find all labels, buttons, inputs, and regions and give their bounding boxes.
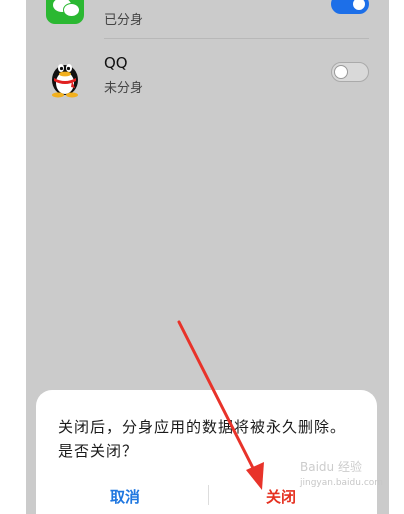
dialog-message: 关闭后，分身应用的数据将被永久删除。是否关闭？	[58, 418, 347, 460]
watermark-url: jingyan.baidu.com	[300, 478, 384, 488]
clone-toggle-qq[interactable]	[331, 62, 369, 82]
divider	[104, 38, 369, 39]
app-clone-screen: 已分身 QQ 未分身 关闭后，分身应用的数据将被永久删除。是否关闭？ 取消 关闭	[26, 0, 389, 514]
watermark-logo: Baidu 经验	[300, 460, 362, 474]
app-row-qq[interactable]: QQ 未分身	[26, 46, 389, 108]
cancel-button[interactable]: 取消	[110, 486, 140, 507]
close-button[interactable]: 关闭	[266, 486, 296, 507]
app-clone-status: 未分身	[104, 81, 144, 96]
app-row-wechat[interactable]: 已分身	[26, 0, 389, 40]
wechat-icon	[46, 0, 84, 24]
button-divider	[208, 485, 209, 505]
qq-penguin-icon	[46, 54, 84, 98]
clone-toggle-wechat[interactable]	[331, 0, 369, 14]
app-name: QQ	[104, 54, 128, 72]
confirm-close-dialog: 关闭后，分身应用的数据将被永久删除。是否关闭？ 取消 关闭	[36, 390, 377, 514]
app-clone-status: 已分身	[104, 13, 144, 28]
